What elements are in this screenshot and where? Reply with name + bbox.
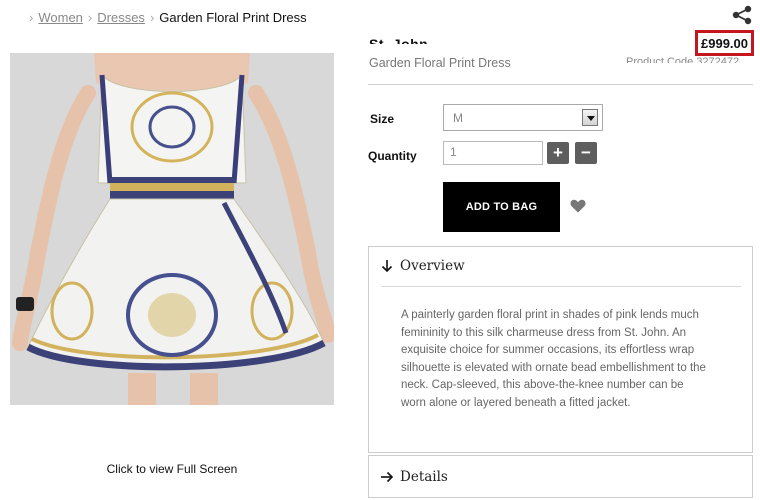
heart-icon[interactable] [570, 199, 586, 213]
quantity-increase-button[interactable]: + [547, 142, 569, 164]
price-badge: £999.00 [695, 30, 754, 56]
overview-title: Overview [400, 258, 465, 274]
add-to-bag-button[interactable]: ADD TO BAG [443, 182, 560, 232]
share-icon[interactable] [731, 5, 753, 25]
details-title: Details [400, 469, 448, 485]
quantity-decrease-button[interactable]: − [575, 142, 597, 164]
product-image[interactable] [10, 53, 334, 405]
breadcrumb-link-dresses[interactable]: Dresses [97, 10, 145, 25]
breadcrumb: › Women › Dresses › Garden Floral Print Dress [24, 10, 307, 25]
overview-panel: Overview A painterly garden floral print… [368, 246, 753, 453]
size-label: Size [370, 112, 395, 126]
overview-divider [381, 286, 741, 287]
dropdown-arrow-icon[interactable] [582, 109, 598, 126]
overview-header[interactable]: Overview [369, 247, 752, 287]
fullscreen-link[interactable]: Click to view Full Screen [10, 462, 334, 476]
arrow-down-icon [381, 260, 393, 273]
product-brand: St. John [369, 36, 429, 44]
breadcrumb-separator: › [87, 10, 93, 25]
dress-illustration [10, 53, 334, 405]
breadcrumb-current: Garden Floral Print Dress [159, 10, 307, 25]
quantity-input[interactable]: 1 [443, 141, 543, 165]
divider [368, 84, 753, 85]
size-select[interactable]: M [443, 104, 603, 131]
product-name: Garden Floral Print Dress [369, 56, 511, 70]
details-panel[interactable]: Details [368, 455, 753, 498]
quantity-label: Quantity [368, 149, 417, 163]
arrow-right-icon [381, 471, 394, 483]
overview-text: A painterly garden floral print in shade… [401, 309, 706, 409]
size-select-value: M [453, 111, 463, 125]
breadcrumb-separator: › [29, 10, 34, 25]
breadcrumb-separator: › [149, 10, 155, 25]
breadcrumb-link-women[interactable]: Women [38, 10, 83, 25]
